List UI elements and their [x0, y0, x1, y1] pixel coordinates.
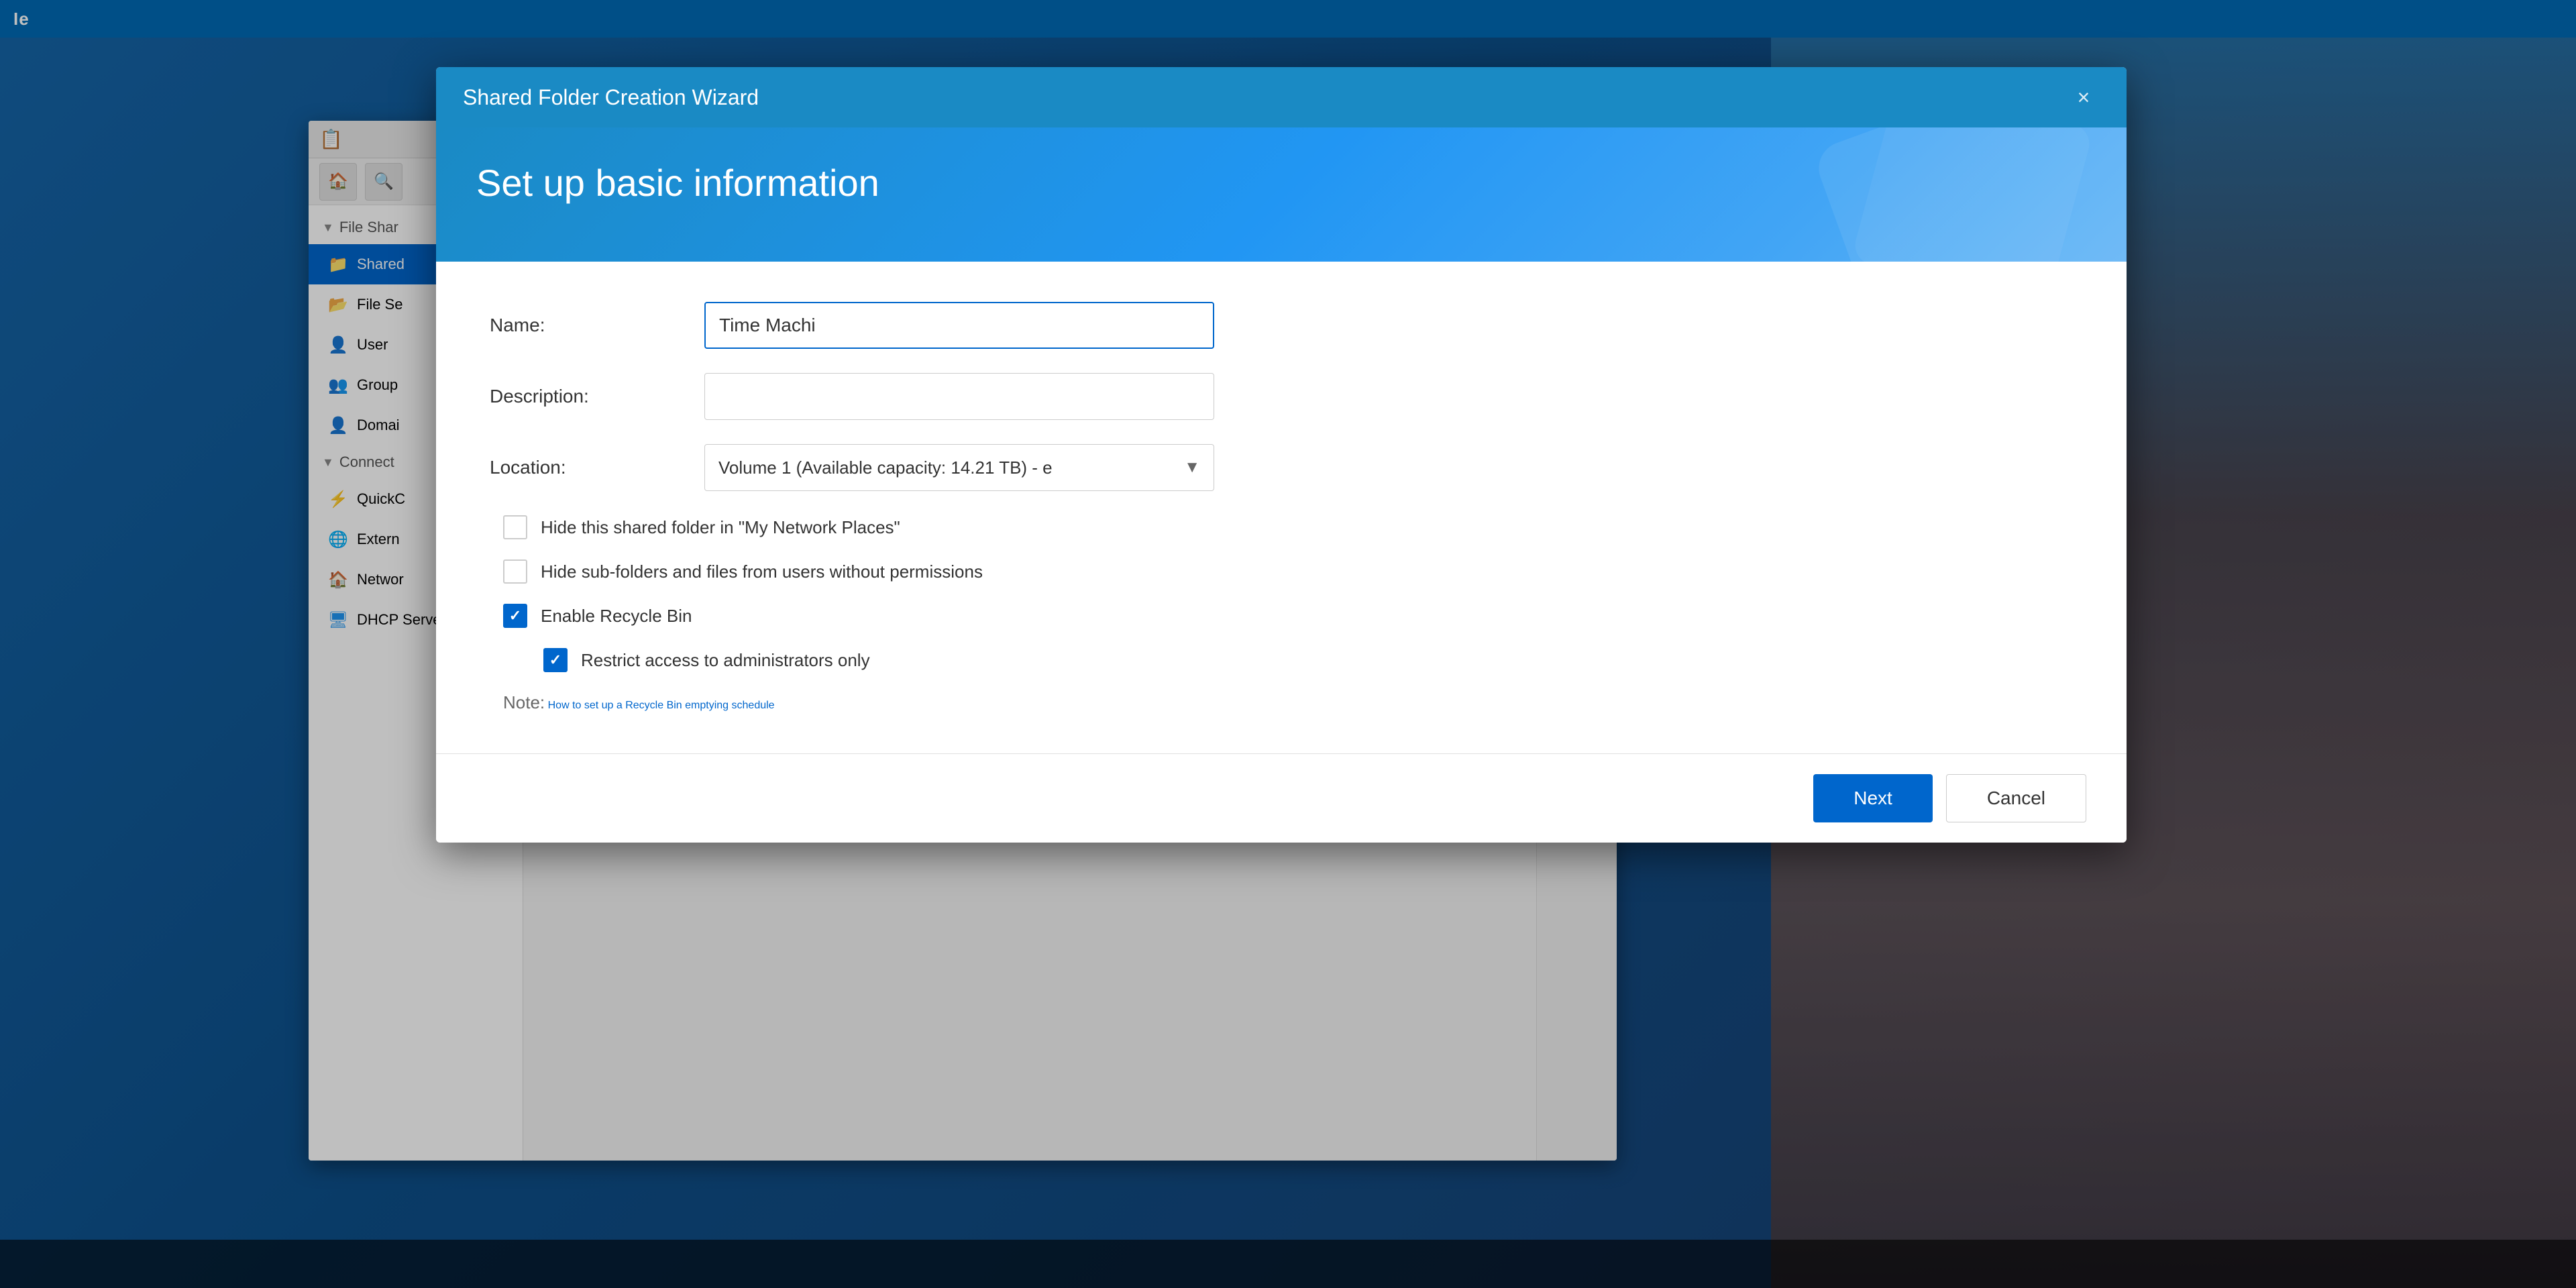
note-row: Note: How to set up a Recycle Bin emptyi… [490, 692, 2073, 713]
restrict-admin-checkbox[interactable] [543, 648, 568, 672]
name-label: Name: [490, 315, 704, 336]
hide-network-label: Hide this shared folder in "My Network P… [541, 517, 900, 538]
cancel-button[interactable]: Cancel [1946, 774, 2086, 822]
select-arrow-icon: ▼ [1184, 458, 1200, 477]
hide-network-row: Hide this shared folder in "My Network P… [490, 515, 2073, 539]
dialog-body: Name: Description: Location: Volume 1 (A… [436, 262, 2127, 753]
hide-subfolders-checkbox[interactable] [503, 559, 527, 584]
location-label: Location: [490, 457, 704, 478]
hide-network-checkbox[interactable] [503, 515, 527, 539]
hide-subfolders-label: Hide sub-folders and files from users wi… [541, 561, 983, 582]
enable-recycle-checkbox[interactable] [503, 604, 527, 628]
next-button[interactable]: Next [1813, 774, 1933, 822]
dialog-titlebar: Shared Folder Creation Wizard × [436, 67, 2127, 127]
dialog-title: Shared Folder Creation Wizard [463, 85, 759, 110]
dialog-header-title: Set up basic information [476, 161, 2086, 205]
location-select[interactable]: Volume 1 (Available capacity: 14.21 TB) … [704, 444, 1214, 491]
restrict-admin-label: Restrict access to administrators only [581, 650, 870, 671]
location-row: Location: Volume 1 (Available capacity: … [490, 444, 2073, 491]
note-prefix: Note: [503, 692, 545, 712]
dialog-footer: Next Cancel [436, 753, 2127, 843]
name-row: Name: [490, 302, 2073, 349]
note-link[interactable]: How to set up a Recycle Bin emptying sch… [548, 700, 775, 711]
restrict-admin-row: Restrict access to administrators only [490, 648, 2073, 672]
hide-subfolders-row: Hide sub-folders and files from users wi… [490, 559, 2073, 584]
taskbar [0, 1240, 2576, 1288]
description-label: Description: [490, 386, 704, 407]
creation-wizard-dialog: Shared Folder Creation Wizard × Set up b… [436, 67, 2127, 843]
enable-recycle-label: Enable Recycle Bin [541, 606, 692, 627]
dialog-header: Set up basic information [436, 127, 2127, 262]
location-value: Volume 1 (Available capacity: 14.21 TB) … [718, 458, 1053, 478]
name-input[interactable] [704, 302, 1214, 349]
description-row: Description: [490, 373, 2073, 420]
description-input[interactable] [704, 373, 1214, 420]
enable-recycle-row: Enable Recycle Bin [490, 604, 2073, 628]
dialog-close-button[interactable]: × [2068, 81, 2100, 113]
